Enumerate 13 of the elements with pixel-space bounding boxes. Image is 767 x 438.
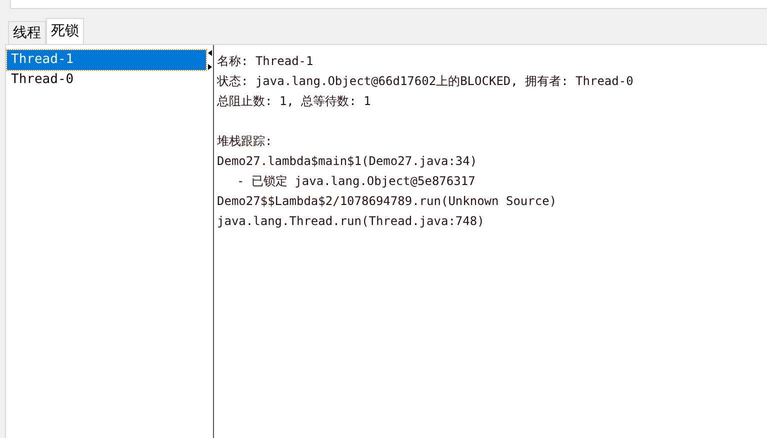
splitter-arrows-icon <box>208 50 212 70</box>
detail-line: 总阻止数: 1, 总等待数: 1 <box>217 93 372 110</box>
stack-heading: 堆栈跟踪: <box>217 133 274 150</box>
thread-list-item[interactable]: Thread-1 <box>7 50 206 70</box>
tab[interactable]: 线程 <box>8 21 46 44</box>
detail-line: 名称: Thread-1 <box>217 53 314 70</box>
tab[interactable]: 死锁 <box>46 18 84 44</box>
lock-line: - 已锁定 java.lang.Object@5e876317 <box>236 173 476 190</box>
stack-frame: Demo27$$Lambda$2/1078694789.run(Unknown Source) <box>217 191 764 211</box>
stack-frame: Demo27.lambda$main$1(Demo27.java:34) <box>217 151 764 171</box>
detail-line: 状态: java.lang.Object@66d17602上的BLOCKED, 拥有者: Thread-0 <box>217 73 634 90</box>
thread-list-item[interactable]: Thread-0 <box>7 70 206 90</box>
stack-frame: java.lang.Thread.run(Thread.java:748) <box>217 211 764 231</box>
